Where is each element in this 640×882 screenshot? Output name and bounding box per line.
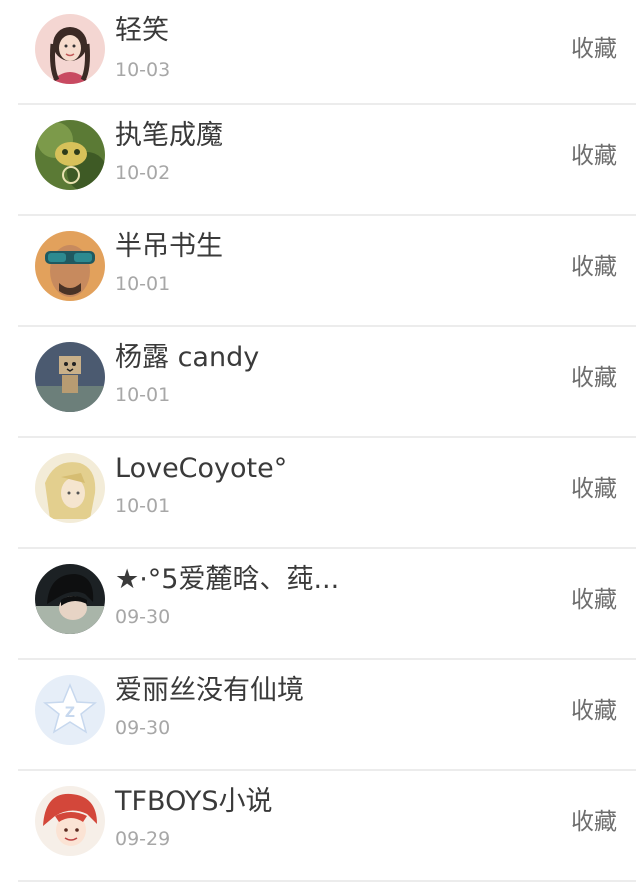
collect-button[interactable]: 收藏 <box>571 251 617 283</box>
collect-button[interactable]: 收藏 <box>571 140 617 172</box>
avatar[interactable] <box>35 342 105 412</box>
item-date: 10-02 <box>115 162 171 184</box>
anime-blonde-icon <box>35 453 105 523</box>
list-item[interactable]: Z 爱丽丝没有仙境 09-30 收藏 <box>0 660 640 771</box>
anime-redhead-icon <box>35 786 105 856</box>
green-cat-icon <box>35 120 105 190</box>
collect-button[interactable]: 收藏 <box>571 584 617 616</box>
collect-button[interactable]: 收藏 <box>571 33 617 65</box>
avatar[interactable] <box>35 14 105 84</box>
user-name: ★·°5爱麓晗、莼... <box>115 564 340 595</box>
collect-button[interactable]: 收藏 <box>571 806 617 838</box>
portrait-woman-icon <box>35 14 105 84</box>
user-name: LoveCoyote° <box>115 453 288 484</box>
dark-hair-icon <box>35 564 105 634</box>
user-name: 爱丽丝没有仙境 <box>115 675 304 706</box>
list-item[interactable]: 半吊书生 10-01 收藏 <box>0 216 640 327</box>
list-item[interactable]: 执笔成魔 10-02 收藏 <box>0 105 640 216</box>
collect-button[interactable]: 收藏 <box>571 695 617 727</box>
qzone-star-icon: Z <box>35 675 105 745</box>
item-date: 10-03 <box>115 59 171 81</box>
avatar[interactable] <box>35 786 105 856</box>
item-date: 09-29 <box>115 828 171 850</box>
list-item[interactable]: ★·°5爱麓晗、莼... 09-30 收藏 <box>0 549 640 660</box>
user-list: 轻笑 10-03 收藏 执笔成魔 10-02 收藏 半吊书生 10-01 收藏 … <box>0 0 640 882</box>
collect-button[interactable]: 收藏 <box>571 362 617 394</box>
man-goggles-icon <box>35 231 105 301</box>
item-date: 10-01 <box>115 384 171 406</box>
item-date: 09-30 <box>115 606 171 628</box>
avatar[interactable] <box>35 120 105 190</box>
item-date: 10-01 <box>115 495 171 517</box>
list-item[interactable]: 轻笑 10-03 收藏 <box>0 0 640 105</box>
danbo-box-icon <box>35 342 105 412</box>
list-item[interactable]: LoveCoyote° 10-01 收藏 <box>0 438 640 549</box>
avatar[interactable] <box>35 564 105 634</box>
avatar[interactable]: Z <box>35 675 105 745</box>
user-name: 轻笑 <box>115 15 169 46</box>
avatar[interactable] <box>35 231 105 301</box>
user-name: 执笔成魔 <box>115 120 223 151</box>
svg-text:Z: Z <box>65 705 75 721</box>
collect-button[interactable]: 收藏 <box>571 473 617 505</box>
list-item[interactable]: TFBOYS小说 09-29 收藏 <box>0 771 640 882</box>
item-date: 09-30 <box>115 717 171 739</box>
item-date: 10-01 <box>115 273 171 295</box>
list-item[interactable]: 杨露 candy 10-01 收藏 <box>0 327 640 438</box>
user-name: TFBOYS小说 <box>115 786 273 817</box>
user-name: 半吊书生 <box>115 231 223 262</box>
user-name: 杨露 candy <box>115 342 260 373</box>
avatar[interactable] <box>35 453 105 523</box>
